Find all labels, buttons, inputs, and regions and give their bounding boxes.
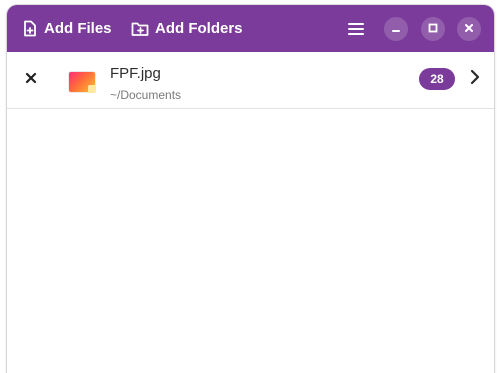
close-icon (464, 20, 474, 38)
remove-file-button[interactable] (24, 71, 38, 89)
minimize-button[interactable] (384, 17, 408, 41)
file-path: ~/Documents (110, 88, 182, 102)
main-menu-button[interactable] (346, 5, 366, 52)
file-name: FPF.jpg (110, 65, 161, 82)
maximize-button[interactable] (421, 17, 445, 41)
hamburger-menu-icon (348, 22, 364, 36)
add-files-button[interactable]: Add Files (22, 5, 112, 52)
app-window: Add Files Add Folders FPF.jpg ~/Document… (7, 5, 494, 373)
minimize-icon (391, 20, 401, 38)
image-thumbnail-icon (69, 72, 96, 93)
close-icon (25, 71, 37, 89)
add-files-label: Add Files (44, 20, 112, 37)
file-list-item[interactable]: FPF.jpg ~/Documents 28 (7, 52, 494, 109)
open-details-button[interactable] (468, 69, 482, 90)
chevron-right-icon (470, 69, 480, 90)
add-folder-icon (131, 21, 149, 37)
add-folders-label: Add Folders (155, 20, 243, 37)
add-file-icon (22, 20, 38, 37)
maximize-icon (428, 20, 438, 38)
header-bar: Add Files Add Folders (7, 5, 494, 52)
close-window-button[interactable] (457, 17, 481, 41)
count-badge: 28 (419, 68, 455, 90)
add-folders-button[interactable]: Add Folders (131, 5, 243, 52)
